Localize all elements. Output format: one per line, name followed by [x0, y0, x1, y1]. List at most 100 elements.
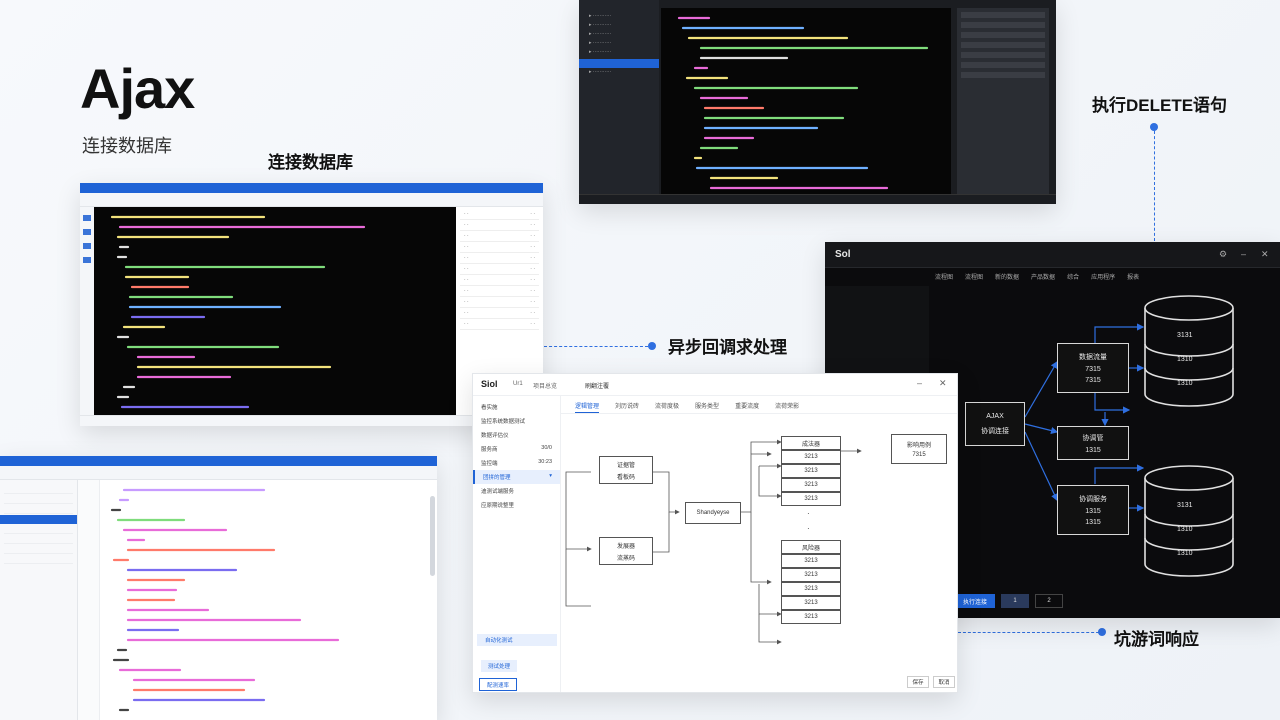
node-label: 发展器 — [616, 543, 635, 550]
flow-node[interactable]: 发展器 流蒸码 — [599, 537, 653, 565]
column-cell[interactable]: 3213 — [781, 610, 841, 624]
chevron-down-icon: ▾ — [549, 473, 552, 479]
code-editor[interactable] — [94, 207, 456, 415]
node-label: 1315 — [1085, 508, 1101, 515]
sidebar-item[interactable]: 迪测试端服务 — [473, 484, 560, 498]
flow-node-center[interactable]: Shandyeyse — [685, 502, 741, 524]
page-subtitle: 连接数据库 — [82, 136, 172, 156]
code-editor[interactable] — [100, 480, 430, 720]
column-cell[interactable]: 3213 — [781, 464, 841, 478]
sidebar-item[interactable]: 看实施 — [473, 400, 560, 414]
sidebar-item[interactable]: 数据评估仪 — [473, 428, 560, 442]
tab[interactable]: 流荷度极 — [655, 401, 679, 413]
column-head[interactable]: 成法器 — [781, 436, 841, 450]
sidebar-item[interactable]: 服务商 30/0 — [473, 442, 560, 456]
node-label: 1315 — [1085, 446, 1101, 454]
callout-dot — [648, 342, 656, 350]
flow-node-right[interactable]: 影响用例 7315 — [891, 434, 947, 464]
sidebar-item-label: 监控系统数据测试 — [481, 419, 526, 425]
column-cell[interactable]: 3213 — [781, 478, 841, 492]
window-title: 刷翻注覆 — [585, 384, 610, 390]
db-label: 1310 — [1177, 356, 1193, 363]
page-title: Ajax — [80, 57, 195, 120]
properties-panel — [957, 8, 1049, 194]
tab[interactable]: 流荷荣影 — [775, 401, 799, 413]
page-button[interactable]: 1 — [1001, 594, 1029, 608]
flow-column-bottom: 风险器 3213 3213 3213 3213 3213 — [781, 540, 841, 624]
node-label: 影响用例 — [906, 443, 931, 449]
node-ajax[interactable]: AJAX 协调连接 — [965, 402, 1025, 446]
sidebar-item[interactable]: 监控端 30:23 — [473, 456, 560, 470]
database-icon[interactable] — [1143, 294, 1235, 410]
callout-dot — [1098, 628, 1106, 636]
column-cell[interactable]: 3213 — [781, 582, 841, 596]
selected-file[interactable] — [0, 515, 77, 524]
toolbar — [80, 193, 543, 207]
db-label: 3131 — [1177, 332, 1193, 339]
sidebar: 看实施 监控系统数据测试 数据评估仪 服务商 30/0 监控端 30:23 团拼… — [473, 396, 561, 692]
column-head[interactable]: 风险器 — [781, 540, 841, 554]
file-tree: ▸ ··········· ▸ ··········· ▸ ··········… — [579, 0, 659, 194]
secondary-button[interactable]: 配测速率 — [479, 678, 517, 691]
scrollbar[interactable] — [430, 496, 435, 576]
db-label: 1310 — [1177, 526, 1193, 533]
node-data-flow[interactable]: 数据流量 7315 7315 — [1057, 343, 1129, 393]
node-service[interactable]: 协调服务 1315 1315 — [1057, 485, 1129, 535]
nav-link[interactable]: Ur1 — [513, 381, 523, 387]
save-button[interactable]: 保存 — [907, 676, 929, 688]
node-label: 协调连接 — [981, 427, 1009, 435]
code-editor[interactable] — [661, 8, 951, 194]
tab[interactable]: 刘历说砖 — [615, 401, 639, 413]
sidebar-item-label: 应原期说整里 — [481, 503, 515, 509]
title-bar — [0, 456, 437, 466]
sidebar-item-label: 监控端 — [481, 461, 498, 467]
code-lines — [110, 488, 340, 712]
page-button[interactable]: 2 — [1035, 594, 1063, 608]
code-lines — [677, 16, 929, 190]
sidebar-item[interactable]: 应原期说整里 — [473, 498, 560, 512]
column-cell[interactable]: 3213 — [781, 554, 841, 568]
close-icon[interactable]: ✕ — [939, 378, 947, 389]
db-label: 3131 — [1177, 502, 1193, 509]
database-icon[interactable] — [1143, 464, 1235, 580]
connector-line — [958, 632, 1104, 633]
flowchart-window: Siol Ur1 项目总览 刷翻注覆 – ✕ 看实施 监控系统数据测试 数据评估… — [472, 373, 958, 693]
code-lines — [110, 215, 366, 409]
selected-file[interactable] — [579, 59, 659, 68]
sidebar-item-label: 团拼的管理 — [483, 475, 511, 481]
ide-window-top: ▸ ··········· ▸ ··········· ▸ ··········… — [579, 0, 1056, 204]
db-label: 1310 — [1177, 380, 1193, 387]
title-bar — [80, 183, 543, 193]
nav-link[interactable]: 项目总览 — [533, 381, 557, 390]
sidebar-item-value: 30/0 — [541, 445, 552, 451]
connector-line — [544, 346, 648, 347]
column-cell[interactable]: 3213 — [781, 568, 841, 582]
activity-bar — [80, 207, 94, 426]
tab-active[interactable]: 逻辑管理 — [575, 401, 600, 413]
tab[interactable]: 重要流度 — [735, 401, 759, 413]
connector-line — [1154, 131, 1155, 241]
status-bar — [579, 194, 1056, 204]
node-coordinator[interactable]: 协调管 1315 — [1057, 426, 1129, 460]
sidebar-item[interactable]: 监控系统数据测试 — [473, 414, 560, 428]
column-cell[interactable]: 3213 — [781, 492, 841, 506]
node-label: 协调服务 — [1079, 496, 1107, 503]
callout-delete: 执行DELETE语句 — [1092, 96, 1228, 115]
flow-column-top: 成法器 3213 3213 3213 3213 — [781, 436, 841, 506]
flow-node[interactable]: 证据管 看板码 — [599, 456, 653, 484]
node-label: 协调管 — [1082, 434, 1104, 442]
primary-button[interactable]: 测试处理 — [481, 660, 517, 672]
sidebar-item-label: 数据评估仪 — [481, 433, 509, 439]
column-cell[interactable]: 3213 — [781, 596, 841, 610]
sidebar-item-active[interactable]: 团拼的管理 ▾ — [473, 470, 560, 484]
minimize-icon[interactable]: – — [917, 378, 922, 388]
column-cell[interactable]: 3213 — [781, 450, 841, 464]
node-label: AJAX — [986, 412, 1004, 420]
cancel-button[interactable]: 取消 — [933, 676, 955, 688]
ellipsis: · — [807, 524, 810, 533]
db-label: 1310 — [1177, 550, 1193, 557]
sidebar-bottom-item[interactable]: 自动化测试 — [477, 634, 557, 646]
connect-button[interactable]: 执行连接 — [955, 594, 995, 608]
tab[interactable]: 服务类型 — [695, 401, 719, 413]
callout-response: 坑游词响应 — [1114, 630, 1199, 649]
